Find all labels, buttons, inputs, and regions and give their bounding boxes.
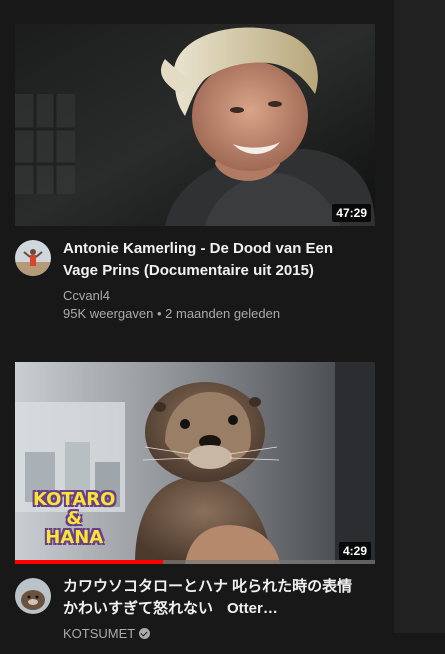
overlay-line-2: & — [66, 508, 83, 529]
thumbnail-overlay-text: KOTARO & HANA — [33, 490, 115, 547]
page-right-panel — [394, 0, 445, 633]
video-title[interactable]: カワウソコタローとハナ 叱られた時の表情かわいすぎて怒れない Otter… — [63, 576, 363, 620]
video-title[interactable]: Antonie Kamerling - De Dood van Een Vage… — [63, 238, 363, 282]
overlay-line-3: HANA — [45, 527, 104, 548]
video-title-text: カワウソコタローとハナ 叱られた時の表情かわいすぎて怒れない — [63, 578, 353, 617]
upload-age: 2 maanden geleden — [165, 306, 281, 321]
channel-avatar[interactable] — [15, 578, 51, 614]
view-count: 95K weergaven — [63, 306, 154, 321]
verified-badge-icon — [139, 628, 151, 639]
video-details: Antonie Kamerling - De Dood van Een Vage… — [63, 238, 363, 323]
video-thumbnail[interactable]: 47:29 — [15, 24, 375, 226]
channel-avatar-icon — [15, 240, 51, 276]
video-duration-badge: 4:29 — [338, 542, 371, 560]
video-duration-badge: 47:29 — [332, 204, 371, 222]
otter-avatar-icon — [15, 578, 51, 614]
video-metadata: Antonie Kamerling - De Dood van Een Vage… — [15, 226, 375, 321]
stats-separator: • — [156, 306, 162, 321]
portrait-thumbnail-image — [15, 24, 375, 226]
video-card[interactable]: KOTARO & HANA 4:29 カワウソコタローとハナ 叱られた時の表情か… — [15, 362, 375, 654]
video-stats: 95K weergaven • 2 maanden geleden — [63, 305, 363, 323]
channel-name-row[interactable]: KOTSUMET — [63, 625, 363, 643]
channel-avatar[interactable] — [15, 240, 51, 276]
channel-name: KOTSUMET — [63, 626, 136, 641]
video-title-suffix: Otter… — [227, 600, 278, 617]
video-card[interactable]: 47:29 Antonie Kamerling - De Dood van Ee… — [15, 24, 375, 321]
video-metadata: カワウソコタローとハナ 叱られた時の表情かわいすぎて怒れない Otter… KOT… — [15, 564, 375, 654]
overlay-line-1: KOTARO — [33, 489, 116, 510]
video-thumbnail[interactable]: KOTARO & HANA 4:29 — [15, 362, 375, 564]
channel-name[interactable]: Ccvanl4 — [63, 287, 363, 305]
